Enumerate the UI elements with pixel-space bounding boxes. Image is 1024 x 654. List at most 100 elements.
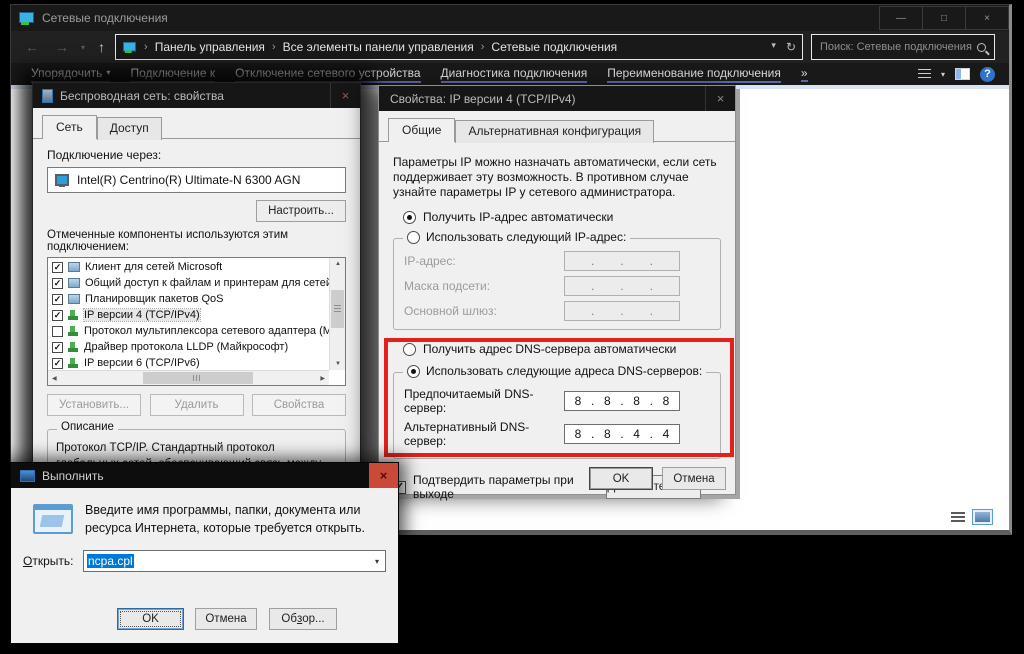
tab-sharing[interactable]: Доступ: [96, 117, 162, 140]
ipv4-close-icon[interactable]: ×: [705, 86, 735, 111]
component-checkbox[interactable]: ✓: [52, 309, 63, 321]
ipv4-cancel-button[interactable]: Отмена: [662, 467, 726, 490]
window-titlebar[interactable]: Сетевые подключения — □ ×: [11, 5, 1009, 31]
back-icon[interactable]: ←: [25, 39, 39, 55]
gateway-label: Основной шлюз:: [404, 304, 497, 318]
component-row[interactable]: ✓ Клиент для сетей Microsoft: [48, 259, 329, 275]
toolbar-rename[interactable]: Переименование подключения: [607, 66, 781, 83]
connection-via-label: Подключение через:: [47, 148, 162, 162]
network-connections-icon: [19, 11, 34, 25]
client-service-icon: [68, 278, 80, 288]
change-view-icon[interactable]: [917, 69, 931, 79]
run-dialog-titlebar[interactable]: Выполнить ×: [11, 463, 398, 488]
details-view-icon[interactable]: [951, 511, 965, 523]
breadcrumb-separator-icon: ›: [144, 41, 148, 53]
toolbar-organize[interactable]: Упорядочить ▾: [31, 66, 111, 83]
close-button[interactable]: ×: [965, 6, 1009, 30]
breadcrumb-all-items[interactable]: Все элементы панели управления: [283, 40, 474, 54]
maximize-button[interactable]: □: [922, 6, 966, 30]
component-row[interactable]: ✓ IP версии 6 (TCP/IPv6): [48, 355, 329, 370]
scroll-down-icon[interactable]: ▼: [335, 361, 341, 367]
help-icon[interactable]: ?: [980, 66, 995, 82]
address-bar[interactable]: › Панель управления › Все элементы панел…: [115, 34, 804, 60]
properties-button[interactable]: Свойства: [252, 394, 346, 416]
combo-dropdown-icon[interactable]: ▾: [369, 557, 385, 566]
breadcrumb-network-connections[interactable]: Сетевые подключения: [491, 40, 617, 54]
component-row-ipv4-selected[interactable]: ✓ IP версии 4 (TCP/IPv4): [48, 307, 329, 323]
component-row[interactable]: ✓ Общий доступ к файлам и принтерам для …: [48, 275, 329, 291]
component-checkbox[interactable]: [52, 325, 63, 337]
manual-dns-radio[interactable]: [407, 364, 420, 378]
tab-alternate-config[interactable]: Альтернативная конфигурация: [455, 120, 655, 143]
components-label: Отмеченные компоненты используются этим …: [47, 229, 289, 253]
preview-pane-icon[interactable]: [955, 68, 970, 80]
component-checkbox[interactable]: ✓: [52, 293, 63, 305]
run-dialog-title: Выполнить: [42, 468, 104, 483]
toolbar-diagnose[interactable]: Диагностика подключения: [440, 66, 588, 83]
address-location-icon: [123, 41, 136, 53]
ip-dot: .: [620, 254, 624, 268]
uninstall-button[interactable]: Удалить: [149, 394, 244, 416]
vertical-scrollbar[interactable]: ▲ ▼: [329, 258, 345, 370]
component-checkbox[interactable]: ✓: [52, 341, 63, 353]
ip-dot: .: [649, 394, 653, 408]
auto-ip-radio[interactable]: [403, 210, 416, 224]
statusbar-view-toggles: [951, 509, 993, 525]
search-input[interactable]: Поиск: Сетевые подключения: [811, 34, 996, 60]
install-button[interactable]: Установить...: [47, 394, 141, 416]
gateway-field[interactable]: ...: [564, 301, 680, 321]
window-title: Сетевые подключения: [42, 11, 168, 25]
scroll-left-icon[interactable]: ◀: [52, 375, 57, 382]
run-close-icon[interactable]: ×: [369, 463, 398, 488]
component-checkbox[interactable]: ✓: [52, 357, 63, 369]
minimize-button[interactable]: —: [879, 6, 923, 30]
scroll-right-icon[interactable]: ▶: [320, 375, 325, 382]
alternate-dns-field[interactable]: 8.8.4.4: [564, 424, 680, 444]
forward-icon[interactable]: →: [55, 39, 69, 55]
ipv4-dialog-titlebar[interactable]: Свойства: IP версии 4 (TCP/IPv4) ×: [379, 86, 735, 111]
component-row[interactable]: ✓ Драйвер протокола LLDP (Майкрософт): [48, 339, 329, 355]
breadcrumb-control-panel[interactable]: Панель управления: [155, 40, 265, 54]
configure-button[interactable]: Настроить...: [256, 200, 346, 222]
ip-dot: .: [590, 279, 595, 293]
vertical-scrollbar-thumb[interactable]: [331, 290, 344, 328]
wifi-tabs: Сеть Доступ: [33, 108, 360, 140]
horizontal-scrollbar-thumb[interactable]: [143, 372, 253, 384]
wifi-dialog-titlebar[interactable]: Беспроводная сеть: свойства ×: [33, 83, 360, 108]
wifi-close-icon[interactable]: ×: [330, 83, 360, 108]
preferred-dns-field[interactable]: 8.8.8.8: [564, 391, 680, 411]
address-dropdown-icon[interactable]: ▾: [771, 40, 776, 54]
toolbar-connect-to[interactable]: Подключение к: [130, 66, 216, 83]
thumbnail-view-icon[interactable]: [972, 509, 993, 525]
toolbar-overflow-icon[interactable]: »: [800, 66, 808, 82]
run-command-value: ncpa.cpl: [87, 554, 134, 569]
tab-network[interactable]: Сеть: [42, 115, 97, 139]
recent-locations-chevron-icon[interactable]: ▾: [81, 43, 85, 52]
manual-ip-groupbox: Использовать следующий IP-адрес: IP-адре…: [393, 230, 721, 330]
breadcrumb-separator-icon: ›: [480, 41, 485, 53]
run-ok-button[interactable]: OK: [117, 608, 184, 630]
horizontal-scrollbar[interactable]: ◀ ▶: [48, 370, 329, 385]
component-row[interactable]: Протокол мультиплексора сетевого адаптер…: [48, 323, 329, 339]
toolbar-disable-device[interactable]: Отключение сетевого устройства: [235, 66, 421, 83]
ipv4-ok-button[interactable]: OK: [589, 467, 653, 490]
ip-address-field[interactable]: ...: [564, 251, 680, 271]
run-browse-button[interactable]: Об з ор...: [269, 608, 337, 630]
wifi-dialog-title: Беспроводная сеть: свойства: [60, 88, 224, 103]
scroll-up-icon[interactable]: ▲: [335, 261, 341, 267]
manual-ip-radio[interactable]: [407, 230, 420, 244]
run-cancel-button[interactable]: Отмена: [195, 608, 257, 630]
up-icon[interactable]: ↑: [98, 39, 105, 55]
ip-dot: .: [649, 279, 653, 293]
view-dropdown-icon[interactable]: ▾: [941, 70, 945, 79]
ip-dot: .: [590, 394, 595, 408]
run-command-input[interactable]: ncpa.cpl ▾: [83, 550, 386, 573]
tab-general[interactable]: Общие: [388, 118, 456, 142]
component-row[interactable]: ✓ Планировщик пакетов QoS: [48, 291, 329, 307]
component-checkbox[interactable]: ✓: [52, 261, 63, 273]
subnet-mask-field[interactable]: ...: [564, 276, 680, 296]
auto-dns-radio[interactable]: [403, 342, 416, 356]
description-title: Описание: [57, 421, 118, 433]
refresh-icon[interactable]: ↻: [786, 40, 796, 54]
component-checkbox[interactable]: ✓: [52, 277, 63, 289]
